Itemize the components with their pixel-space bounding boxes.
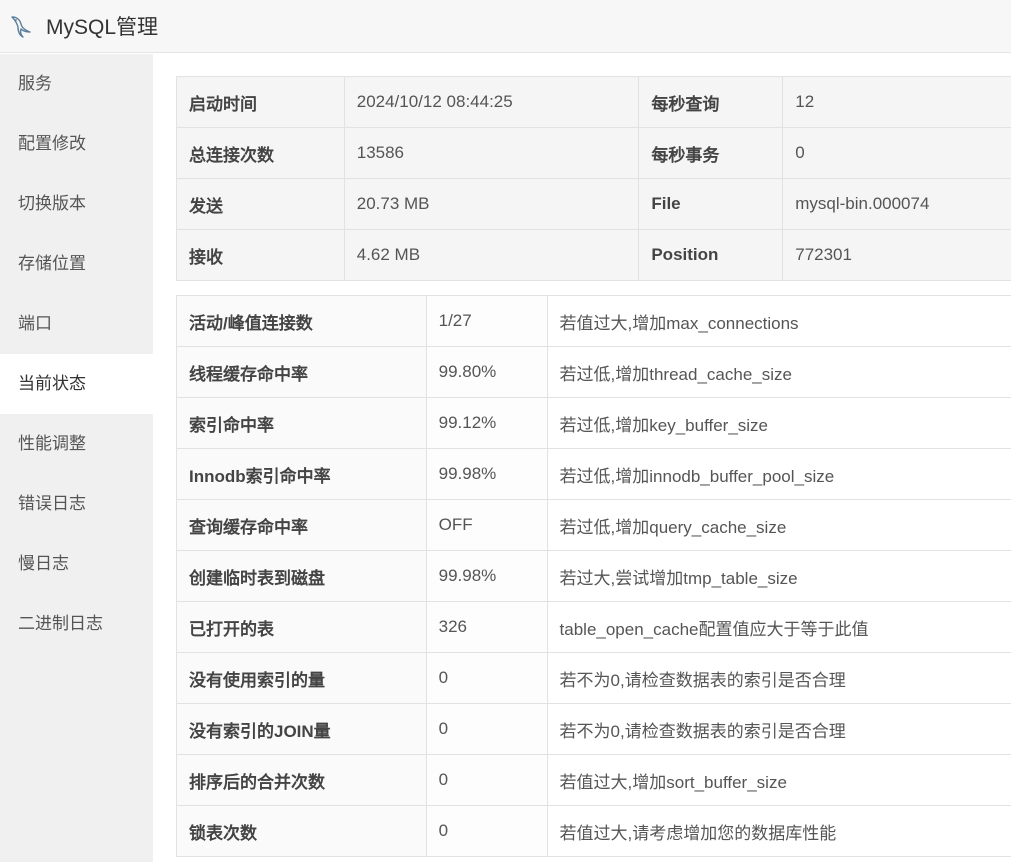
metric-value: 0 [425,652,548,704]
metric-name: 活动/峰值连接数 [176,295,427,347]
summary-value: 20.73 MB [343,178,640,230]
sidebar-item-error-log[interactable]: 错误日志 [0,474,153,534]
metric-tip: 若不为0,请检查数据表的索引是否合理 [546,652,1011,704]
metric-value: 0 [425,754,548,806]
metric-tip: 若不为0,请检查数据表的索引是否合理 [546,703,1011,755]
summary-value: 13586 [343,127,640,179]
metric-value: 99.80% [425,346,548,398]
summary-value: 0 [782,127,1011,179]
summary-value: 4.62 MB [343,229,640,281]
summary-label: 每秒事务 [638,127,784,179]
metrics-table: 活动/峰值连接数 1/27 若值过大,增加max_connections 线程缓… [176,295,1011,857]
metric-value: 99.12% [425,397,548,449]
metric-value: 1/27 [425,295,548,347]
metric-name: 没有索引的JOIN量 [176,703,427,755]
table-row: 查询缓存命中率 OFF 若过低,增加query_cache_size [176,499,1011,551]
app-title: MySQL管理 [46,16,159,39]
summary-label: 总连接次数 [176,127,345,179]
metric-name: 创建临时表到磁盘 [176,550,427,602]
table-row: 接收 4.62 MB Position 772301 [176,229,1011,281]
metric-value: 0 [425,703,548,755]
metric-tip: 若过低,增加innodb_buffer_pool_size [546,448,1011,500]
sidebar-item-switch-version[interactable]: 切换版本 [0,174,153,234]
table-row: 总连接次数 13586 每秒事务 0 [176,127,1011,179]
sidebar-item-slow-log[interactable]: 慢日志 [0,534,153,594]
sidebar-item-performance[interactable]: 性能调整 [0,414,153,474]
summary-label: 发送 [176,178,345,230]
summary-value: mysql-bin.000074 [782,178,1011,230]
metric-name: 排序后的合并次数 [176,754,427,806]
table-row: 创建临时表到磁盘 99.98% 若过大,尝试增加tmp_table_size [176,550,1011,602]
metric-value: OFF [425,499,548,551]
metric-tip: 若值过大,请考虑增加您的数据库性能 [546,805,1011,857]
sidebar-item-storage[interactable]: 存储位置 [0,234,153,294]
sidebar-item-config[interactable]: 配置修改 [0,114,153,174]
sidebar-item-current-status[interactable]: 当前状态 [0,354,153,414]
summary-value: 772301 [782,229,1011,281]
metric-name: 没有使用索引的量 [176,652,427,704]
metric-tip: 若过低,增加key_buffer_size [546,397,1011,449]
status-panel: 启动时间 2024/10/12 08:44:25 每秒查询 12 总连接次数 1… [153,54,1011,862]
summary-value: 12 [782,76,1011,128]
metric-value: 326 [425,601,548,653]
table-row: 启动时间 2024/10/12 08:44:25 每秒查询 12 [176,76,1011,128]
mysql-dolphin-icon [8,13,34,39]
table-row: 已打开的表 326 table_open_cache配置值应大于等于此值 [176,601,1011,653]
summary-label: 每秒查询 [638,76,784,128]
metric-tip: 若过低,增加query_cache_size [546,499,1011,551]
summary-label: 启动时间 [176,76,345,128]
metric-value: 0 [425,805,548,857]
table-row: 线程缓存命中率 99.80% 若过低,增加thread_cache_size [176,346,1011,398]
metric-name: 查询缓存命中率 [176,499,427,551]
metric-value: 99.98% [425,448,548,500]
title-bar: MySQL管理 [0,0,1011,53]
metric-tip: 若值过大,增加max_connections [546,295,1011,347]
table-row: 锁表次数 0 若值过大,请考虑增加您的数据库性能 [176,805,1011,857]
status-summary-table: 启动时间 2024/10/12 08:44:25 每秒查询 12 总连接次数 1… [176,76,1011,281]
metric-value: 99.98% [425,550,548,602]
sidebar: 服务 配置修改 切换版本 存储位置 端口 当前状态 性能调整 错误日志 慢日志 … [0,54,153,862]
sidebar-item-port[interactable]: 端口 [0,294,153,354]
table-row: 发送 20.73 MB File mysql-bin.000074 [176,178,1011,230]
metric-name: 已打开的表 [176,601,427,653]
metric-name: Innodb索引命中率 [176,448,427,500]
table-row: 索引命中率 99.12% 若过低,增加key_buffer_size [176,397,1011,449]
metric-tip: table_open_cache配置值应大于等于此值 [546,601,1011,653]
summary-label: 接收 [176,229,345,281]
metric-name: 锁表次数 [176,805,427,857]
table-row: 没有索引的JOIN量 0 若不为0,请检查数据表的索引是否合理 [176,703,1011,755]
sidebar-item-service[interactable]: 服务 [0,54,153,114]
sidebar-item-binlog[interactable]: 二进制日志 [0,594,153,654]
summary-label: File [638,178,784,230]
metric-tip: 若值过大,增加sort_buffer_size [546,754,1011,806]
metric-name: 线程缓存命中率 [176,346,427,398]
metric-tip: 若过低,增加thread_cache_size [546,346,1011,398]
table-row: 排序后的合并次数 0 若值过大,增加sort_buffer_size [176,754,1011,806]
summary-value: 2024/10/12 08:44:25 [343,76,640,128]
metric-tip: 若过大,尝试增加tmp_table_size [546,550,1011,602]
table-row: 没有使用索引的量 0 若不为0,请检查数据表的索引是否合理 [176,652,1011,704]
summary-label: Position [638,229,784,281]
metric-name: 索引命中率 [176,397,427,449]
table-row: 活动/峰值连接数 1/27 若值过大,增加max_connections [176,295,1011,347]
table-row: Innodb索引命中率 99.98% 若过低,增加innodb_buffer_p… [176,448,1011,500]
